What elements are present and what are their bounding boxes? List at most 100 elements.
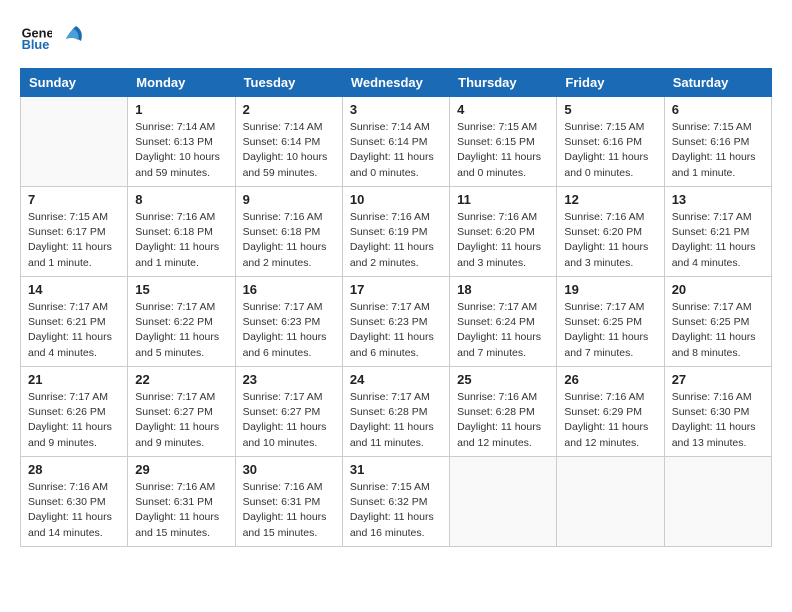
day-number: 8 [135,192,227,207]
calendar-cell: 26 Sunrise: 7:16 AM Sunset: 6:29 PM Dayli… [557,367,664,457]
day-detail: Sunrise: 7:15 AM Sunset: 6:32 PM Dayligh… [350,480,442,541]
day-detail: Sunrise: 7:16 AM Sunset: 6:20 PM Dayligh… [457,210,549,271]
day-detail: Sunrise: 7:17 AM Sunset: 6:25 PM Dayligh… [672,300,764,361]
calendar-table: SundayMondayTuesdayWednesdayThursdayFrid… [20,68,772,547]
calendar-cell: 19 Sunrise: 7:17 AM Sunset: 6:25 PM Dayli… [557,277,664,367]
day-number: 9 [243,192,335,207]
day-number: 29 [135,462,227,477]
page-header: General Blue [20,20,772,52]
calendar-cell: 20 Sunrise: 7:17 AM Sunset: 6:25 PM Dayli… [664,277,771,367]
calendar-cell: 17Sunrise: 7:17 AM Sunset: 6:23 PM Dayli… [342,277,449,367]
calendar-week-3: 14 Sunrise: 7:17 AM Sunset: 6:21 PM Dayli… [21,277,772,367]
calendar-cell: 31 Sunrise: 7:15 AM Sunset: 6:32 PM Dayli… [342,457,449,547]
calendar-cell: 24Sunrise: 7:17 AM Sunset: 6:28 PM Dayli… [342,367,449,457]
calendar-cell [664,457,771,547]
day-number: 19 [564,282,656,297]
day-number: 30 [243,462,335,477]
weekday-header-row: SundayMondayTuesdayWednesdayThursdayFrid… [21,69,772,97]
calendar-cell: 16Sunrise: 7:17 AM Sunset: 6:23 PM Dayli… [235,277,342,367]
calendar-week-1: 1 Sunrise: 7:14 AM Sunset: 6:13 PM Daylig… [21,97,772,187]
day-detail: Sunrise: 7:15 AM Sunset: 6:16 PM Dayligh… [564,120,656,181]
calendar-cell [450,457,557,547]
day-number: 1 [135,102,227,117]
day-detail: Sunrise: 7:16 AM Sunset: 6:30 PM Dayligh… [28,480,120,541]
day-detail: Sunrise: 7:15 AM Sunset: 6:17 PM Dayligh… [28,210,120,271]
day-detail: Sunrise: 7:16 AM Sunset: 6:29 PM Dayligh… [564,390,656,451]
day-number: 13 [672,192,764,207]
day-number: 22 [135,372,227,387]
day-number: 23 [243,372,335,387]
calendar-week-5: 28 Sunrise: 7:16 AM Sunset: 6:30 PM Dayli… [21,457,772,547]
calendar-cell: 9 Sunrise: 7:16 AM Sunset: 6:18 PM Daylig… [235,187,342,277]
weekday-header-wednesday: Wednesday [342,69,449,97]
calendar-week-4: 21 Sunrise: 7:17 AM Sunset: 6:26 PM Dayli… [21,367,772,457]
calendar-cell: 5 Sunrise: 7:15 AM Sunset: 6:16 PM Daylig… [557,97,664,187]
day-detail: Sunrise: 7:16 AM Sunset: 6:28 PM Dayligh… [457,390,549,451]
day-detail: Sunrise: 7:17 AM Sunset: 6:21 PM Dayligh… [28,300,120,361]
weekday-header-thursday: Thursday [450,69,557,97]
day-number: 2 [243,102,335,117]
day-number: 26 [564,372,656,387]
day-detail: Sunrise: 7:17 AM Sunset: 6:22 PM Dayligh… [135,300,227,361]
calendar-cell: 18Sunrise: 7:17 AM Sunset: 6:24 PM Dayli… [450,277,557,367]
day-detail: Sunrise: 7:15 AM Sunset: 6:15 PM Dayligh… [457,120,549,181]
calendar-cell: 27 Sunrise: 7:16 AM Sunset: 6:30 PM Dayli… [664,367,771,457]
weekday-header-tuesday: Tuesday [235,69,342,97]
calendar-cell: 30 Sunrise: 7:16 AM Sunset: 6:31 PM Dayli… [235,457,342,547]
day-number: 11 [457,192,549,207]
day-number: 6 [672,102,764,117]
calendar-body: 1 Sunrise: 7:14 AM Sunset: 6:13 PM Daylig… [21,97,772,547]
day-number: 15 [135,282,227,297]
day-detail: Sunrise: 7:17 AM Sunset: 6:24 PM Dayligh… [457,300,549,361]
calendar-cell: 4 Sunrise: 7:15 AM Sunset: 6:15 PM Daylig… [450,97,557,187]
day-number: 4 [457,102,549,117]
calendar-cell: 2 Sunrise: 7:14 AM Sunset: 6:14 PM Daylig… [235,97,342,187]
day-number: 31 [350,462,442,477]
day-number: 20 [672,282,764,297]
day-number: 3 [350,102,442,117]
calendar-cell: 12Sunrise: 7:16 AM Sunset: 6:20 PM Dayli… [557,187,664,277]
day-detail: Sunrise: 7:16 AM Sunset: 6:30 PM Dayligh… [672,390,764,451]
day-number: 25 [457,372,549,387]
calendar-cell: 7 Sunrise: 7:15 AM Sunset: 6:17 PM Daylig… [21,187,128,277]
logo: General Blue [20,20,86,52]
calendar-cell: 11 Sunrise: 7:16 AM Sunset: 6:20 PM Dayli… [450,187,557,277]
calendar-cell: 8 Sunrise: 7:16 AM Sunset: 6:18 PM Daylig… [128,187,235,277]
calendar-cell: 6 Sunrise: 7:15 AM Sunset: 6:16 PM Daylig… [664,97,771,187]
day-number: 14 [28,282,120,297]
calendar-cell [21,97,128,187]
day-number: 27 [672,372,764,387]
day-detail: Sunrise: 7:16 AM Sunset: 6:31 PM Dayligh… [243,480,335,541]
calendar-cell: 29 Sunrise: 7:16 AM Sunset: 6:31 PM Dayli… [128,457,235,547]
calendar-cell: 13 Sunrise: 7:17 AM Sunset: 6:21 PM Dayli… [664,187,771,277]
day-number: 21 [28,372,120,387]
weekday-header-friday: Friday [557,69,664,97]
day-detail: Sunrise: 7:17 AM Sunset: 6:26 PM Dayligh… [28,390,120,451]
day-detail: Sunrise: 7:14 AM Sunset: 6:13 PM Dayligh… [135,120,227,181]
calendar-cell: 21 Sunrise: 7:17 AM Sunset: 6:26 PM Dayli… [21,367,128,457]
day-number: 5 [564,102,656,117]
day-detail: Sunrise: 7:17 AM Sunset: 6:21 PM Dayligh… [672,210,764,271]
day-detail: Sunrise: 7:17 AM Sunset: 6:28 PM Dayligh… [350,390,442,451]
calendar-cell: 15 Sunrise: 7:17 AM Sunset: 6:22 PM Dayli… [128,277,235,367]
day-detail: Sunrise: 7:15 AM Sunset: 6:16 PM Dayligh… [672,120,764,181]
day-detail: Sunrise: 7:17 AM Sunset: 6:27 PM Dayligh… [243,390,335,451]
day-number: 7 [28,192,120,207]
day-number: 10 [350,192,442,207]
weekday-header-saturday: Saturday [664,69,771,97]
day-detail: Sunrise: 7:17 AM Sunset: 6:25 PM Dayligh… [564,300,656,361]
calendar-cell: 3Sunrise: 7:14 AM Sunset: 6:14 PM Daylig… [342,97,449,187]
wing-icon [56,21,86,51]
day-detail: Sunrise: 7:17 AM Sunset: 6:23 PM Dayligh… [243,300,335,361]
day-detail: Sunrise: 7:16 AM Sunset: 6:19 PM Dayligh… [350,210,442,271]
calendar-cell: 23 Sunrise: 7:17 AM Sunset: 6:27 PM Dayli… [235,367,342,457]
day-number: 28 [28,462,120,477]
day-detail: Sunrise: 7:16 AM Sunset: 6:18 PM Dayligh… [243,210,335,271]
day-detail: Sunrise: 7:14 AM Sunset: 6:14 PM Dayligh… [243,120,335,181]
logo-icon: General Blue [20,20,52,52]
day-detail: Sunrise: 7:16 AM Sunset: 6:31 PM Dayligh… [135,480,227,541]
day-number: 12 [564,192,656,207]
day-detail: Sunrise: 7:16 AM Sunset: 6:18 PM Dayligh… [135,210,227,271]
calendar-cell: 14 Sunrise: 7:17 AM Sunset: 6:21 PM Dayli… [21,277,128,367]
calendar-cell: 28 Sunrise: 7:16 AM Sunset: 6:30 PM Dayli… [21,457,128,547]
